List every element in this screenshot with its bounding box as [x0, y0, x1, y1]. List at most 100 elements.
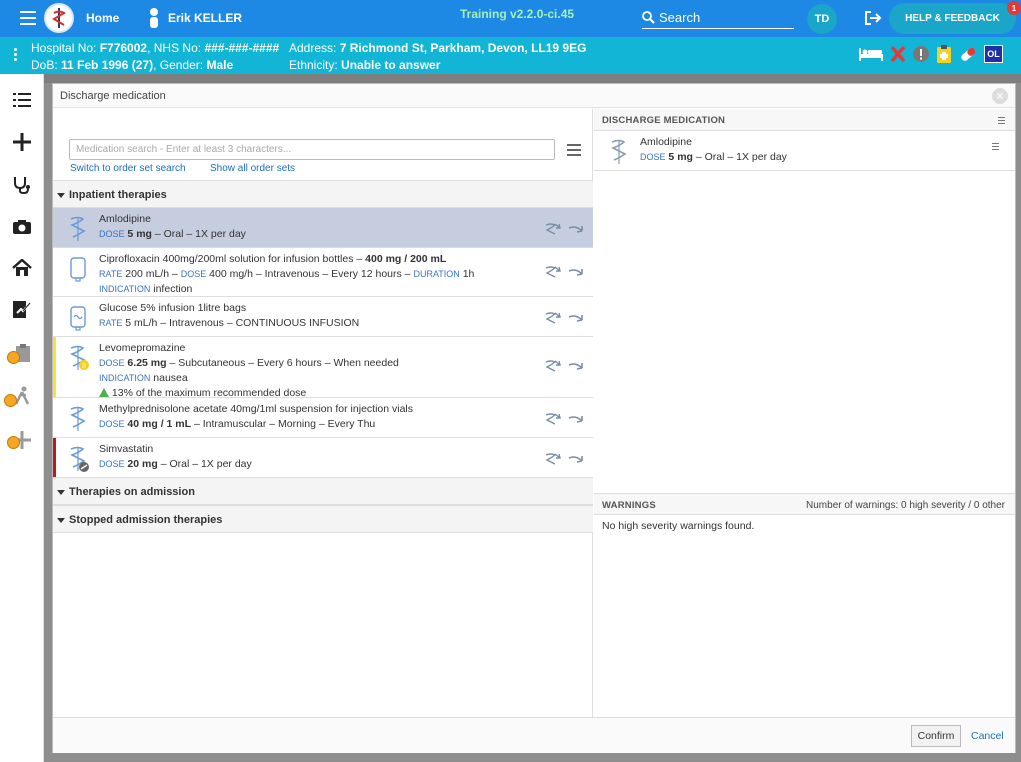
duration-value: 1h: [459, 268, 475, 280]
bed-icon[interactable]: [858, 46, 884, 62]
therapy-name: Ciprofloxacin 400mg/200ml solution for i…: [99, 253, 366, 265]
continue-arrow-icon[interactable]: [567, 311, 585, 327]
patient-banner: Hospital No: F776002, NHS No: ###-###-##…: [0, 37, 1021, 74]
patient-name[interactable]: Erik KELLER: [168, 11, 242, 25]
logout-icon[interactable]: [864, 10, 882, 29]
sidebar-camera[interactable]: [0, 210, 44, 244]
sidebar-list[interactable]: [0, 83, 44, 117]
section-label: Stopped admission therapies: [69, 514, 223, 526]
search-input[interactable]: Search: [642, 6, 794, 29]
sidebar-locked-1[interactable]: [0, 336, 44, 370]
discharge-header-label: Discharge medication: [602, 115, 726, 126]
dose-label: DOSE: [99, 419, 125, 429]
show-all-order-sets-link[interactable]: Show all order sets: [210, 163, 295, 174]
dose-label: DOSE: [180, 269, 207, 279]
therapy-name: Methylprednisolone acetate 40mg/1ml susp…: [99, 403, 414, 415]
confirm-button[interactable]: Confirm: [911, 725, 961, 747]
close-icon[interactable]: ✕: [992, 88, 1008, 104]
continue-arrow-icon[interactable]: [567, 265, 585, 281]
therapy-row-amlodipine[interactable]: Amlodipine DOSE 5 mg – Oral – 1X per day: [53, 208, 593, 248]
therapy-name: Levomepromazine: [99, 342, 186, 354]
sidebar-locked-3[interactable]: [0, 423, 44, 457]
dialog-header: Discharge medication ✕: [53, 84, 1015, 108]
medication-search-input[interactable]: [69, 139, 555, 160]
continue-arrow-icon[interactable]: [567, 222, 585, 238]
training-version: Training v2.2.0-ci.45: [460, 7, 575, 21]
indication-label: INDICATION: [99, 284, 151, 294]
cancel-button[interactable]: Cancel: [971, 730, 1004, 742]
home-link[interactable]: Home: [86, 11, 119, 25]
therapy-row-glucose[interactable]: Glucose 5% infusion 1litre bags RATE 5 m…: [53, 297, 593, 337]
dose-value: 400 mg/h – Intravenous – Every 12 hours …: [206, 268, 414, 280]
collapse-arrow-icon: [57, 517, 65, 523]
continue-arrow-icon[interactable]: [567, 412, 585, 428]
section-inpatient-therapies[interactable]: Inpatient therapies: [53, 180, 593, 208]
item-menu-icon[interactable]: [992, 143, 999, 150]
sidebar-add[interactable]: [0, 125, 44, 159]
warnings-header: Warnings Number of warnings: 0 high seve…: [594, 493, 1015, 515]
alert-x-icon[interactable]: [890, 45, 906, 63]
svg-text:II: II: [82, 363, 86, 370]
stethoscope-icon: [14, 177, 30, 195]
sidebar-clinical[interactable]: [0, 168, 44, 202]
top-bar: Home Erik KELLER Training v2.2.0-ci.45 S…: [0, 0, 1021, 37]
medication-icon: [69, 406, 86, 431]
dose-value: 6.25 mg: [124, 357, 167, 369]
order-set-search-link[interactable]: Switch to order set search: [70, 163, 186, 174]
section-stopped-admission-therapies[interactable]: Stopped admission therapies: [53, 505, 593, 533]
dialog-footer: Confirm Cancel: [53, 717, 1015, 753]
help-feedback-button[interactable]: HELP & FEEDBACK: [889, 3, 1016, 34]
ol-badge[interactable]: OL: [984, 45, 1003, 63]
stopped-flag: [53, 438, 56, 477]
warning-circle-icon[interactable]: [912, 45, 930, 63]
edit-document-icon: [13, 301, 31, 318]
sidebar-notes[interactable]: [0, 293, 44, 327]
continue-arrow-icon[interactable]: [567, 359, 585, 375]
hamburger-menu-icon[interactable]: [567, 144, 581, 159]
prescribe-icon[interactable]: [543, 265, 561, 281]
discharge-item-amlodipine[interactable]: Amlodipine DOSE 5 mg – Oral – 1X per day: [594, 131, 1015, 171]
prescribe-icon[interactable]: [543, 222, 561, 238]
app-logo[interactable]: [44, 3, 74, 33]
ethnicity-label: Ethnicity:: [289, 58, 342, 72]
pill-icon[interactable]: [958, 44, 978, 64]
therapy-name: Glucose 5% infusion 1litre bags: [99, 302, 247, 314]
medication-icon: II: [69, 345, 89, 370]
dose-value: 40 mg / 1 mL: [124, 418, 192, 430]
discharge-medication-dialog: Discharge medication ✕ Switch to order s…: [52, 83, 1016, 753]
medication-icon: [610, 139, 627, 164]
dialog-title: Discharge medication: [60, 90, 166, 102]
menu-icon[interactable]: [998, 117, 1005, 124]
discharge-panel: Discharge medication Amlodipine DOSE 5 m…: [594, 109, 1015, 717]
section-therapies-on-admission[interactable]: Therapies on admission: [53, 477, 593, 505]
prescribe-icon[interactable]: [543, 412, 561, 428]
clipboard-icon[interactable]: [936, 44, 952, 64]
prescribe-icon[interactable]: [543, 311, 561, 327]
gender: Male: [206, 58, 234, 72]
prescribe-icon[interactable]: [543, 359, 561, 375]
rate-label: RATE: [99, 318, 123, 328]
therapy-row-simvastatin[interactable]: Simvastatin DOSE 20 mg – Oral – 1X per d…: [53, 438, 593, 478]
therapy-row-levomepromazine[interactable]: II Levomepromazine DOSE 6.25 mg – Subcut…: [53, 337, 593, 399]
more-options-icon[interactable]: [14, 48, 17, 63]
therapy-row-ciprofloxacin[interactable]: Ciprofloxacin 400mg/200ml solution for i…: [53, 248, 593, 297]
main-menu-icon[interactable]: [20, 11, 36, 25]
collapse-arrow-icon: [57, 489, 65, 495]
therapy-name: Simvastatin: [99, 443, 154, 455]
patient-details: Address: 7 Richmond St, Parkham, Devon, …: [289, 40, 586, 74]
plus-icon: [13, 133, 31, 151]
address-label: Address:: [289, 41, 340, 55]
prescribe-icon[interactable]: [543, 452, 561, 468]
avatar[interactable]: TD: [807, 4, 837, 34]
sidebar-locked-2[interactable]: [0, 379, 44, 413]
therapy-row-methylprednisolone[interactable]: Methylprednisolone acetate 40mg/1ml susp…: [53, 398, 593, 438]
lock-icon: [7, 436, 20, 449]
notification-badge: 1: [1007, 1, 1021, 15]
therapy-strength: 400 mg / 200 mL: [365, 253, 447, 265]
continue-arrow-icon[interactable]: [567, 452, 585, 468]
hospital-no-label: Hospital No:: [31, 41, 100, 55]
dob: 11 Feb 1996 (27): [61, 58, 154, 72]
sidebar-home[interactable]: [0, 251, 44, 285]
prn-flag: [53, 337, 56, 397]
therapy-panel: Switch to order set search Show all orde…: [53, 109, 593, 717]
